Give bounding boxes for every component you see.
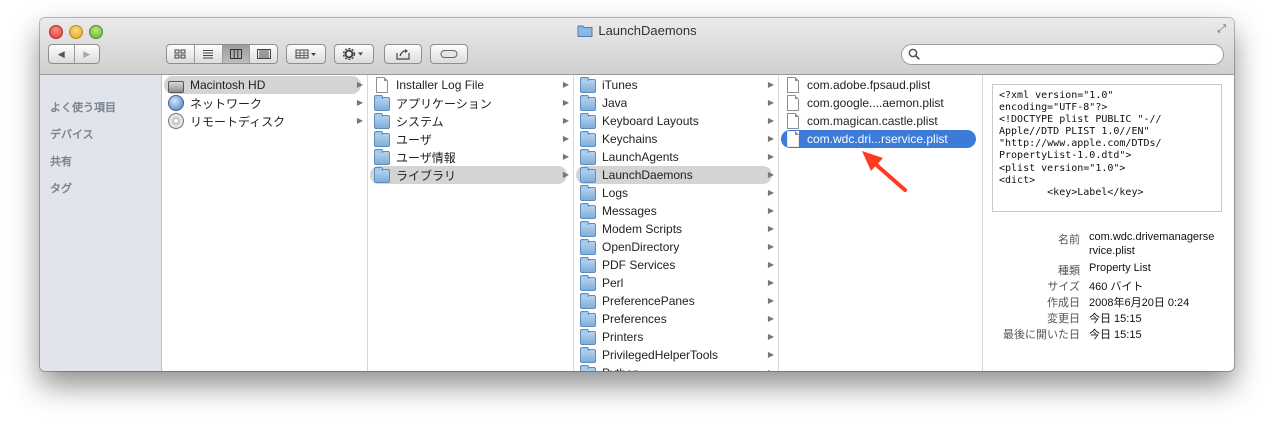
annotation-arrow	[862, 151, 907, 192]
